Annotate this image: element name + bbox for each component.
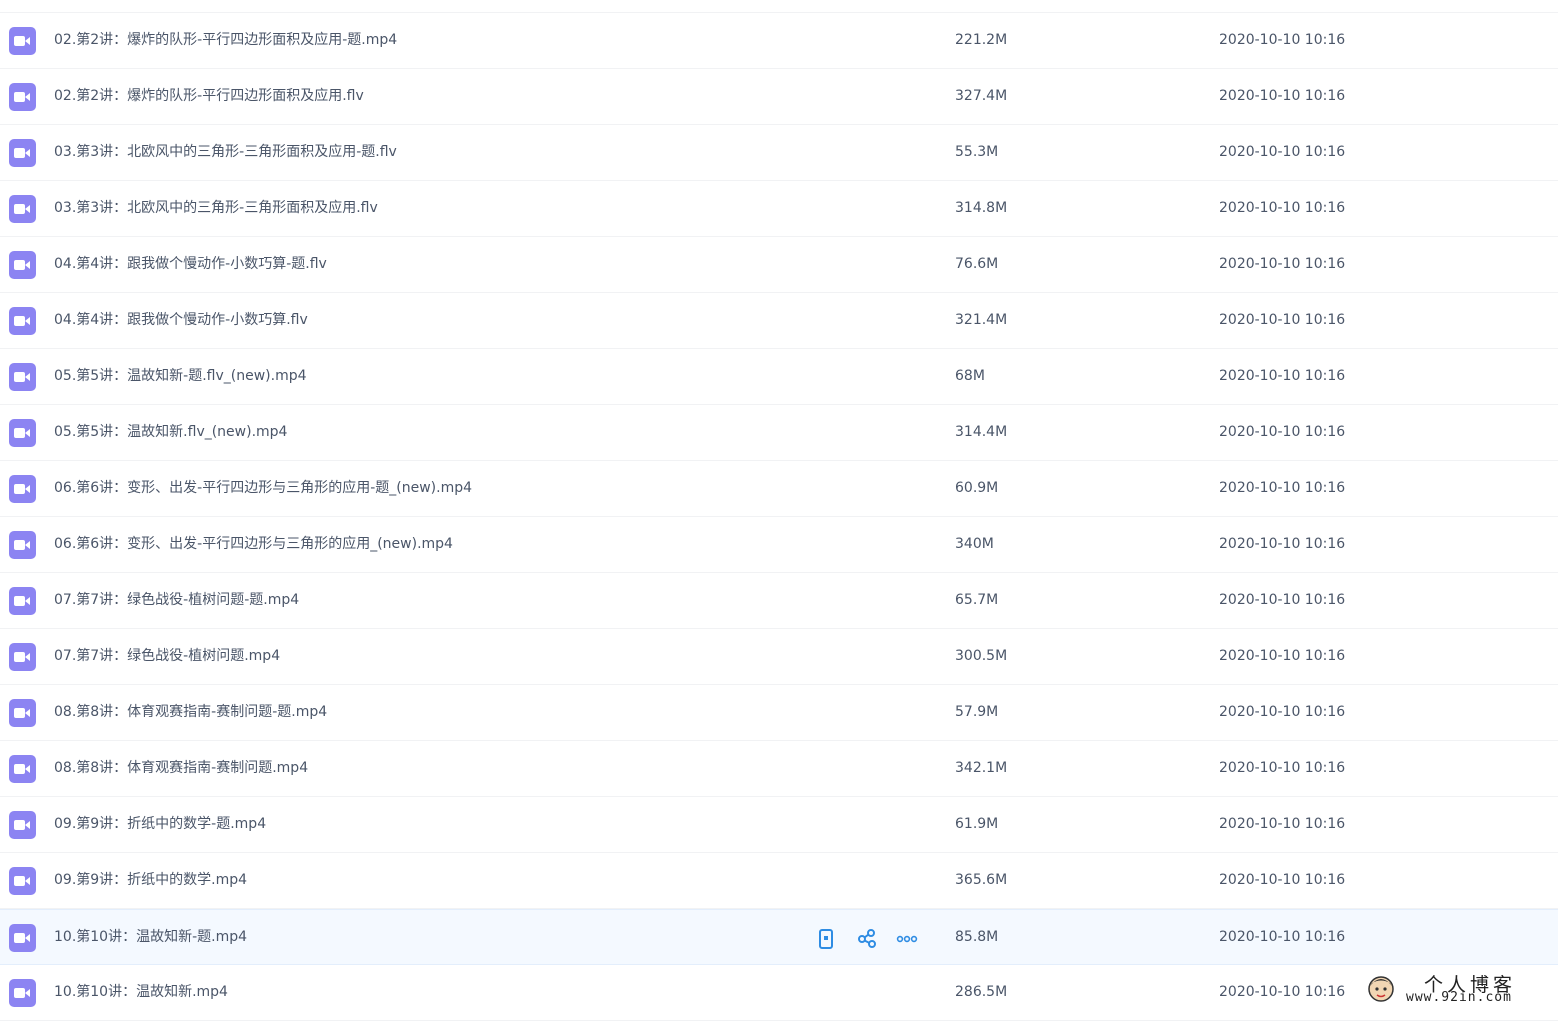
file-size: 85.8M: [955, 929, 999, 945]
file-row[interactable]: 07.第7讲：绿色战役-植树问题.mp4 300.5M 2020-10-10 1…: [0, 629, 1558, 685]
video-file-icon: [9, 587, 36, 615]
file-row[interactable]: 03.第3讲：北欧风中的三角形-三角形面积及应用-题.flv 55.3M 202…: [0, 125, 1558, 181]
file-name[interactable]: 04.第4讲：跟我做个慢动作-小数巧算-题.flv: [54, 237, 327, 292]
file-list: 02.第2讲：爆炸的队形-平行四边形面积及应用-题.mp4 221.2M 202…: [0, 0, 1558, 1021]
file-date: 2020-10-10 10:16: [1219, 704, 1346, 720]
file-date: 2020-10-10 10:16: [1219, 144, 1346, 160]
file-row[interactable]: 09.第9讲：折纸中的数学.mp4 365.6M 2020-10-10 10:1…: [0, 853, 1558, 909]
file-row[interactable]: 04.第4讲：跟我做个慢动作-小数巧算-题.flv 76.6M 2020-10-…: [0, 237, 1558, 293]
file-row[interactable]: 06.第6讲：变形、出发-平行四边形与三角形的应用_(new).mp4 340M…: [0, 517, 1558, 573]
file-name[interactable]: 07.第7讲：绿色战役-植树问题.mp4: [54, 629, 280, 684]
file-name[interactable]: 08.第8讲：体育观赛指南-赛制问题-题.mp4: [54, 685, 327, 740]
file-row[interactable]: 06.第6讲：变形、出发-平行四边形与三角形的应用-题_(new).mp4 60…: [0, 461, 1558, 517]
video-file-icon: [9, 419, 36, 447]
video-file-icon: [9, 363, 36, 391]
file-name[interactable]: 05.第5讲：温故知新.flv_(new).mp4: [54, 405, 287, 460]
file-date: 2020-10-10 10:16: [1219, 816, 1346, 832]
file-size: 61.9M: [955, 816, 999, 832]
watermark-url: www.92in.com: [1406, 990, 1512, 1005]
file-row[interactable]: 03.第3讲：北欧风中的三角形-三角形面积及应用.flv 314.8M 2020…: [0, 181, 1558, 237]
file-size: 327.4M: [955, 88, 1008, 104]
watermark: 个人博客 www.92in.com: [1360, 968, 1558, 1012]
video-file-icon: [9, 699, 36, 727]
file-size: 76.6M: [955, 256, 999, 272]
file-size: 60.9M: [955, 480, 999, 496]
file-row[interactable]: 05.第5讲：温故知新-题.flv_(new).mp4 68M 2020-10-…: [0, 349, 1558, 405]
file-date: 2020-10-10 10:16: [1219, 312, 1346, 328]
file-row[interactable]: [0, 0, 1558, 13]
file-date: 2020-10-10 10:16: [1219, 200, 1346, 216]
video-file-icon: [9, 531, 36, 559]
video-file-icon: [9, 979, 36, 1007]
file-row[interactable]: 02.第2讲：爆炸的队形-平行四边形面积及应用-题.mp4 221.2M 202…: [0, 13, 1558, 69]
file-name[interactable]: 08.第8讲：体育观赛指南-赛制问题.mp4: [54, 741, 308, 796]
file-row[interactable]: 05.第5讲：温故知新.flv_(new).mp4 314.4M 2020-10…: [0, 405, 1558, 461]
file-row-hovered[interactable]: 10.第10讲：温故知新-题.mp4 85.8M 2020-10-10 10:1…: [0, 909, 1558, 965]
file-name[interactable]: 07.第7讲：绿色战役-植树问题-题.mp4: [54, 573, 299, 628]
video-file-icon: [9, 195, 36, 223]
file-size: 65.7M: [955, 592, 999, 608]
file-size: 55.3M: [955, 144, 999, 160]
file-name[interactable]: 05.第5讲：温故知新-题.flv_(new).mp4: [54, 349, 307, 404]
file-name[interactable]: 03.第3讲：北欧风中的三角形-三角形面积及应用-题.flv: [54, 125, 397, 180]
file-row[interactable]: 07.第7讲：绿色战役-植树问题-题.mp4 65.7M 2020-10-10 …: [0, 573, 1558, 629]
file-row[interactable]: 08.第8讲：体育观赛指南-赛制问题-题.mp4 57.9M 2020-10-1…: [0, 685, 1558, 741]
video-file-icon: [9, 811, 36, 839]
file-date: 2020-10-10 10:16: [1219, 592, 1346, 608]
file-row[interactable]: 08.第8讲：体育观赛指南-赛制问题.mp4 342.1M 2020-10-10…: [0, 741, 1558, 797]
video-file-icon: [9, 475, 36, 503]
file-date: 2020-10-10 10:16: [1219, 760, 1346, 776]
file-row[interactable]: 04.第4讲：跟我做个慢动作-小数巧算.flv 321.4M 2020-10-1…: [0, 293, 1558, 349]
file-name[interactable]: 09.第9讲：折纸中的数学-题.mp4: [54, 797, 266, 852]
avatar-icon: [1366, 974, 1396, 1004]
phone-icon[interactable]: [815, 928, 837, 950]
video-file-icon: [9, 139, 36, 167]
video-file-icon: [9, 307, 36, 335]
video-file-icon: [9, 251, 36, 279]
file-name[interactable]: 06.第6讲：变形、出发-平行四边形与三角形的应用-题_(new).mp4: [54, 461, 472, 516]
file-date: 2020-10-10 10:16: [1219, 88, 1346, 104]
file-name[interactable]: 03.第3讲：北欧风中的三角形-三角形面积及应用.flv: [54, 181, 378, 236]
file-date: 2020-10-10 10:16: [1219, 929, 1346, 945]
file-row[interactable]: 02.第2讲：爆炸的队形-平行四边形面积及应用.flv 327.4M 2020-…: [0, 69, 1558, 125]
file-size: 314.8M: [955, 200, 1008, 216]
file-row[interactable]: 09.第9讲：折纸中的数学-题.mp4 61.9M 2020-10-10 10:…: [0, 797, 1558, 853]
file-name[interactable]: 02.第2讲：爆炸的队形-平行四边形面积及应用-题.mp4: [54, 13, 397, 68]
file-date: 2020-10-10 10:16: [1219, 872, 1346, 888]
file-name[interactable]: 09.第9讲：折纸中的数学.mp4: [54, 853, 247, 908]
file-date: 2020-10-10 10:16: [1219, 256, 1346, 272]
video-file-icon: [9, 27, 36, 55]
video-file-icon: [9, 83, 36, 111]
file-date: 2020-10-10 10:16: [1219, 480, 1346, 496]
file-date: 2020-10-10 10:16: [1219, 368, 1346, 384]
file-row[interactable]: 10.第10讲：温故知新.mp4 286.5M 2020-10-10 10:16: [0, 965, 1558, 1021]
more-icon[interactable]: [896, 928, 918, 950]
video-file-icon: [9, 867, 36, 895]
file-size: 321.4M: [955, 312, 1008, 328]
file-date: 2020-10-10 10:16: [1219, 648, 1346, 664]
file-size: 365.6M: [955, 872, 1008, 888]
file-size: 57.9M: [955, 704, 999, 720]
file-date: 2020-10-10 10:16: [1219, 536, 1346, 552]
file-name[interactable]: 06.第6讲：变形、出发-平行四边形与三角形的应用_(new).mp4: [54, 517, 453, 572]
file-size: 314.4M: [955, 424, 1008, 440]
file-date: 2020-10-10 10:16: [1219, 32, 1346, 48]
file-size: 342.1M: [955, 760, 1008, 776]
file-name[interactable]: 02.第2讲：爆炸的队形-平行四边形面积及应用.flv: [54, 69, 364, 124]
video-file-icon: [9, 643, 36, 671]
video-file-icon: [9, 924, 36, 952]
file-size: 300.5M: [955, 648, 1008, 664]
share-icon[interactable]: [856, 928, 878, 950]
file-size: 221.2M: [955, 32, 1008, 48]
file-date: 2020-10-10 10:16: [1219, 424, 1346, 440]
video-file-icon: [9, 755, 36, 783]
file-size: 68M: [955, 368, 985, 384]
file-size: 340M: [955, 536, 994, 552]
file-name[interactable]: 10.第10讲：温故知新-题.mp4: [54, 910, 247, 965]
file-name[interactable]: 04.第4讲：跟我做个慢动作-小数巧算.flv: [54, 293, 308, 348]
